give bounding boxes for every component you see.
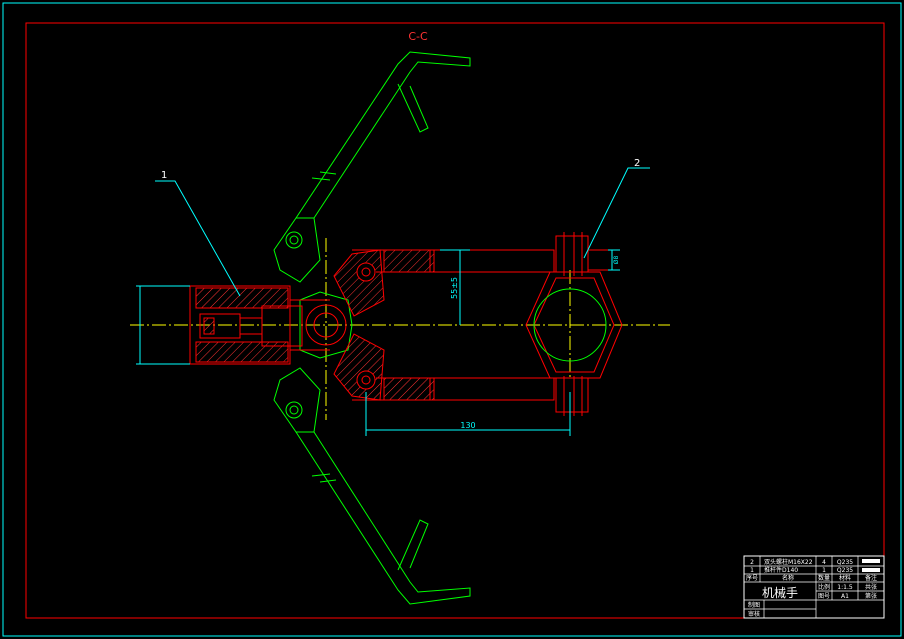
tb-title: 机械手 [762,585,798,600]
tb-row-1-material: Q235 [837,567,853,574]
tb-header-material: 材料 [839,574,851,582]
dimension-horizontal: 130 [460,421,475,430]
tb-checker-label: 审核 [748,610,760,618]
tb-scale-label: 比例 [818,583,830,591]
lower-gripper-arm [273,291,471,605]
tb-header-qty: 数量 [818,574,830,582]
outer-frame [2,2,902,637]
tb-row-1-qty: 1 [822,567,826,574]
tb-extra-value: 第张 [865,592,877,600]
tb-header-no: 序号 [746,574,758,582]
lower-link-rod [352,377,555,401]
tb-extra-label: 共张 [865,583,877,591]
balloon-1: 1 [161,170,167,181]
tb-row-2-material: Q235 [837,559,853,566]
tb-sheet-label: 图号 [818,593,830,600]
tb-row-1-no: 1 [750,567,754,574]
upper-link-rod [352,249,555,273]
inner-border [25,22,885,619]
upper-gripper-arm [273,51,471,283]
balloon-2: 2 [634,158,640,169]
tb-row-1-name: 推杆件D140 [764,566,798,574]
tb-row-2-name: 双头螺柱M16X22 [764,558,813,566]
tb-row-2-no: 2 [750,559,754,566]
tb-scale-value: 1:1.5 [837,584,853,591]
tb-designer-label: 制图 [748,601,760,609]
balloon-leaders [155,167,650,297]
drawing-canvas: C-C 55±5 130 Ø8 1 2 2 双头螺柱M16X22 4 Q235 … [2,2,902,637]
dimension-vertical: 55±5 [450,277,459,299]
tb-sheet-value: A1 [841,593,849,600]
dimension-small: Ø8 [613,256,620,265]
pipe-clamp [525,232,623,416]
tb-row-2-qty: 4 [822,559,826,566]
tb-header-note: 备注 [865,574,877,582]
tb-header-name: 名称 [782,574,794,582]
section-label: C-C [408,30,428,43]
